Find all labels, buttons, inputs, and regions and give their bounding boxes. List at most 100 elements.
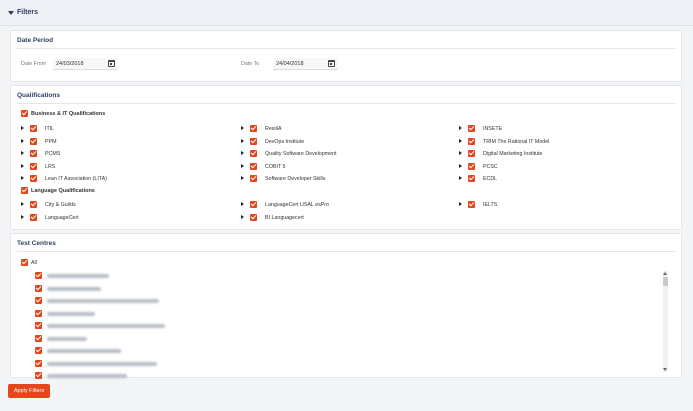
qualification-label: LRS bbox=[45, 163, 56, 170]
scroll-thumb[interactable] bbox=[663, 277, 668, 286]
section-divider bbox=[17, 48, 675, 49]
qualification-checkbox[interactable] bbox=[30, 125, 37, 132]
chevron-right-icon[interactable] bbox=[21, 163, 24, 168]
redacted-centre-name bbox=[47, 299, 159, 303]
chevron-right-icon[interactable] bbox=[459, 176, 462, 180]
qualification-checkbox[interactable] bbox=[30, 162, 37, 170]
chevron-right-icon[interactable] bbox=[459, 151, 462, 155]
qualification-checkbox[interactable] bbox=[468, 175, 475, 182]
qualification-checkbox[interactable] bbox=[250, 150, 257, 157]
qualification-checkbox[interactable] bbox=[30, 213, 37, 221]
business-group-checkbox[interactable] bbox=[21, 110, 28, 117]
chevron-right-icon[interactable] bbox=[241, 163, 244, 168]
date-period-section: Date Period Date From 24/03/2018 Date To… bbox=[10, 30, 682, 82]
chevron-right-icon[interactable] bbox=[21, 214, 24, 219]
qualification-checkbox[interactable] bbox=[250, 213, 257, 221]
redacted-centre-name bbox=[47, 311, 95, 316]
all-centres-label: All bbox=[31, 260, 37, 266]
calendar-icon[interactable] bbox=[328, 60, 335, 67]
qualification-checkbox[interactable] bbox=[468, 150, 475, 157]
date-to-input[interactable]: 24/04/2018 bbox=[273, 58, 338, 70]
qualification-checkbox[interactable] bbox=[250, 162, 257, 170]
qualification-checkbox[interactable] bbox=[468, 125, 475, 132]
language-group-checkbox[interactable] bbox=[21, 187, 28, 194]
qualification-label: PPM bbox=[45, 138, 57, 145]
filters-header[interactable]: Filters bbox=[0, 0, 693, 26]
chevron-right-icon[interactable] bbox=[21, 176, 24, 180]
test-centre-checkbox[interactable] bbox=[35, 309, 42, 317]
test-centre-checkbox[interactable] bbox=[35, 322, 42, 329]
redacted-centre-name bbox=[47, 349, 121, 353]
chevron-right-icon[interactable] bbox=[21, 126, 24, 130]
date-to-value: 24/04/2018 bbox=[276, 61, 304, 67]
qualification-label: Software Developer Skills bbox=[265, 176, 326, 182]
chevron-right-icon[interactable] bbox=[21, 138, 24, 143]
qualification-checkbox[interactable] bbox=[250, 175, 257, 182]
all-centres-checkbox[interactable] bbox=[21, 259, 28, 266]
chevron-right-icon[interactable] bbox=[241, 176, 244, 180]
qualification-label: LanguageCert bbox=[45, 214, 79, 221]
qualification-label: TRIM The Rational IT Model bbox=[483, 138, 550, 145]
chevron-right-icon[interactable] bbox=[21, 151, 24, 155]
redacted-centre-name bbox=[47, 286, 101, 291]
section-divider bbox=[17, 251, 675, 252]
scroll-down-icon[interactable] bbox=[663, 368, 667, 371]
redacted-centre-name bbox=[47, 374, 127, 378]
qualification-checkbox[interactable] bbox=[250, 137, 257, 145]
chevron-right-icon[interactable] bbox=[241, 138, 244, 143]
qualification-label: ResiliA bbox=[265, 126, 282, 132]
redacted-centre-name bbox=[47, 361, 157, 366]
qualification-checkbox[interactable] bbox=[468, 162, 475, 170]
test-centre-checkbox[interactable] bbox=[35, 297, 42, 304]
scroll-up-icon[interactable] bbox=[663, 272, 667, 275]
chevron-right-icon[interactable] bbox=[241, 214, 244, 219]
test-centre-checkbox[interactable] bbox=[35, 272, 42, 279]
qualification-label: PCSC bbox=[483, 163, 498, 170]
qualification-checkbox[interactable] bbox=[250, 201, 257, 208]
test-centre-checkbox[interactable] bbox=[35, 347, 42, 354]
test-centres-section: Test Centres All bbox=[10, 233, 682, 379]
date-from-input[interactable]: 24/03/2018 bbox=[53, 58, 118, 70]
test-centre-checkbox[interactable] bbox=[35, 334, 42, 342]
calendar-icon[interactable] bbox=[108, 60, 115, 67]
test-centres-title: Test Centres bbox=[17, 240, 56, 247]
qualification-label: BI Languagecert bbox=[265, 214, 304, 221]
test-centre-checkbox[interactable] bbox=[35, 359, 42, 367]
chevron-right-icon[interactable] bbox=[241, 126, 244, 130]
redacted-centre-name bbox=[47, 324, 165, 328]
qualification-checkbox[interactable] bbox=[468, 137, 475, 145]
chevron-right-icon[interactable] bbox=[459, 126, 462, 130]
qualification-checkbox[interactable] bbox=[30, 137, 37, 145]
test-centre-checkbox[interactable] bbox=[35, 372, 42, 379]
chevron-right-icon[interactable] bbox=[241, 202, 244, 206]
qualification-label: City & Guilds bbox=[45, 202, 76, 208]
collapse-triangle-icon[interactable] bbox=[8, 11, 14, 15]
qualification-label: ITIL bbox=[45, 126, 55, 132]
chevron-right-icon[interactable] bbox=[21, 202, 24, 206]
test-centre-checkbox[interactable] bbox=[35, 284, 42, 292]
section-divider bbox=[17, 103, 675, 104]
qualification-checkbox[interactable] bbox=[468, 201, 475, 208]
chevron-right-icon[interactable] bbox=[459, 202, 462, 206]
qualification-label: IELTS bbox=[483, 202, 498, 208]
date-to-label: Date To bbox=[241, 61, 260, 67]
business-group-label: Business & IT Qualifications bbox=[31, 111, 106, 117]
qualification-label: INSETE bbox=[483, 126, 503, 132]
date-from-label: Date From bbox=[21, 61, 47, 67]
apply-filters-button[interactable]: Apply Filters bbox=[8, 384, 50, 398]
qualification-checkbox[interactable] bbox=[30, 201, 37, 208]
qualification-label: DevOps Institute bbox=[265, 138, 305, 145]
date-from-value: 24/03/2018 bbox=[56, 61, 84, 67]
date-period-title: Date Period bbox=[17, 37, 54, 44]
qualification-checkbox[interactable] bbox=[30, 150, 37, 157]
test-centres-scrollbar[interactable] bbox=[663, 271, 668, 372]
qualification-checkbox[interactable] bbox=[250, 125, 257, 132]
chevron-right-icon[interactable] bbox=[459, 163, 462, 168]
qualification-label: LanguageCert USAL esPro bbox=[265, 202, 329, 208]
redacted-centre-name bbox=[47, 274, 109, 278]
qualification-label: ECDL bbox=[483, 176, 498, 182]
chevron-right-icon[interactable] bbox=[459, 138, 462, 143]
chevron-right-icon[interactable] bbox=[241, 151, 244, 155]
qualification-checkbox[interactable] bbox=[30, 175, 37, 182]
redacted-centre-name bbox=[47, 336, 87, 341]
